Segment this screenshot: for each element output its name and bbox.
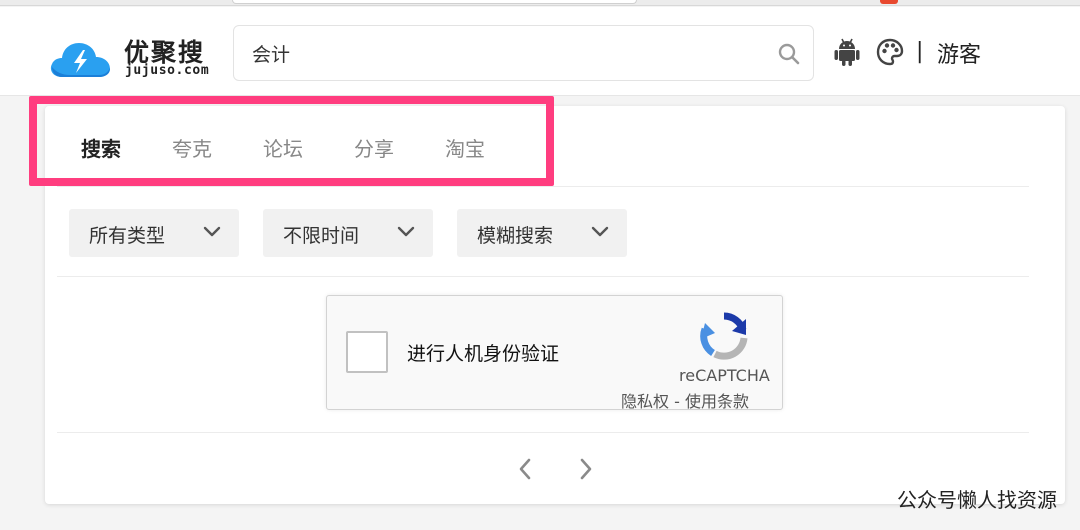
recaptcha-label: 进行人机身份验证 — [407, 343, 560, 365]
guest-user-link[interactable]: 游客 — [937, 37, 981, 69]
browser-indicator — [880, 0, 898, 4]
chevron-left-icon[interactable] — [517, 457, 533, 481]
recaptcha-logo-icon — [700, 312, 748, 360]
browser-tab-edge — [232, 0, 637, 4]
filters-divider — [57, 276, 1029, 277]
header-separator: | — [916, 39, 924, 64]
privacy-link[interactable]: 隐私权 — [621, 392, 669, 411]
site-header: 优聚搜 jujuso.com | 游客 — [0, 7, 1080, 96]
tabs-divider — [57, 186, 1029, 187]
chevron-right-icon[interactable] — [578, 457, 594, 481]
site-domain: jujuso.com — [125, 63, 210, 78]
search-icon[interactable] — [777, 42, 801, 66]
browser-top-edge — [0, 0, 1080, 6]
pager-divider — [57, 432, 1029, 433]
time-filter-dropdown[interactable]: 不限时间 — [263, 209, 433, 257]
type-filter-label: 所有类型 — [89, 225, 166, 247]
time-filter-label: 不限时间 — [283, 225, 360, 247]
recaptcha-checkbox[interactable] — [346, 331, 388, 373]
chevron-down-icon — [591, 226, 609, 237]
search-box — [233, 25, 814, 81]
terms-link[interactable]: 使用条款 — [685, 392, 749, 411]
tabs-highlight-box — [29, 96, 554, 186]
match-mode-label: 模糊搜索 — [477, 225, 554, 247]
recaptcha-brand: reCAPTCHA — [679, 366, 770, 385]
cloud-logo-icon — [50, 43, 110, 77]
android-icon[interactable] — [834, 38, 860, 66]
watermark-text: 公众号懒人找资源 — [897, 488, 1057, 512]
recaptcha-widget: 进行人机身份验证 reCAPTCHA 隐私权 - 使用条款 — [326, 295, 783, 412]
match-mode-dropdown[interactable]: 模糊搜索 — [457, 209, 627, 257]
type-filter-dropdown[interactable]: 所有类型 — [69, 209, 239, 257]
chevron-down-icon — [203, 226, 221, 237]
recaptcha-links: 隐私权 - 使用条款 — [621, 388, 749, 412]
links-separator: - — [669, 392, 685, 411]
palette-icon[interactable] — [876, 38, 904, 66]
search-input[interactable] — [252, 38, 752, 68]
chevron-down-icon — [397, 226, 415, 237]
site-logo[interactable]: 优聚搜 jujuso.com — [48, 33, 218, 81]
